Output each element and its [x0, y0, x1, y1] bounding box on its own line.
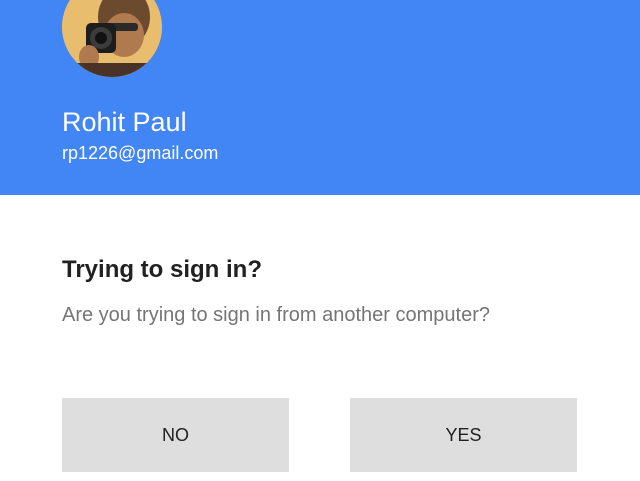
dialog-question: Are you trying to sign in from another c…	[62, 304, 490, 326]
dialog-title: Trying to sign in?	[62, 256, 262, 283]
yes-button[interactable]: YES	[350, 398, 577, 472]
account-header: Rohit Paul rp1226@gmail.com	[0, 0, 640, 195]
avatar-photo	[62, 0, 162, 77]
sign-in-confirmation-screen: Rohit Paul rp1226@gmail.com Trying to si…	[0, 0, 640, 481]
account-name: Rohit Paul	[62, 107, 187, 137]
avatar	[62, 0, 162, 77]
account-email: rp1226@gmail.com	[62, 143, 219, 163]
no-button[interactable]: NO	[62, 398, 289, 472]
